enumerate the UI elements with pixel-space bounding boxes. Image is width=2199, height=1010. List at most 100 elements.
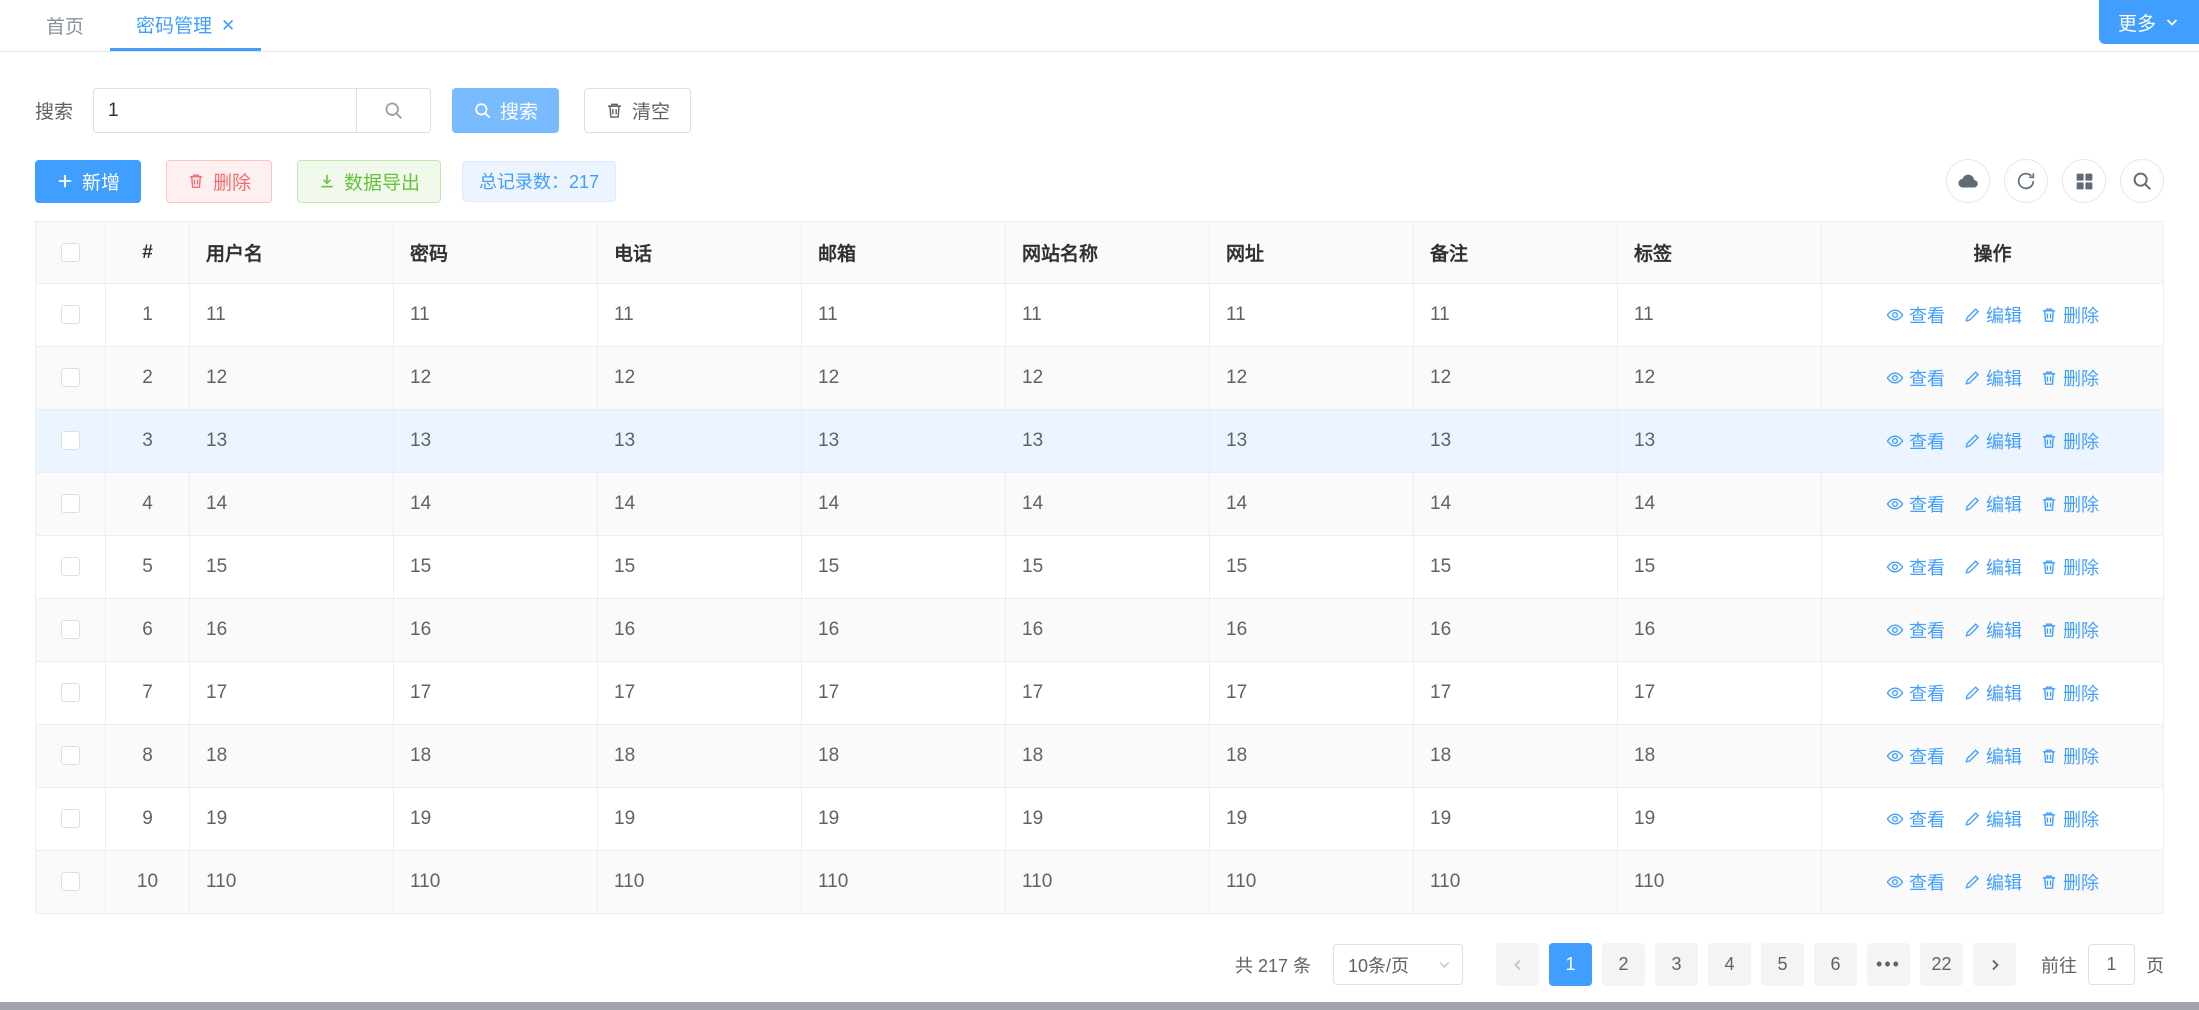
tab-password-label: 密码管理 [136,11,212,38]
tab-home[interactable]: 首页 [20,0,110,51]
page-size-select[interactable]: 10条/页 [1333,944,1463,985]
delete-action[interactable]: 删除 [2040,680,2099,706]
goto-label: 前往 [2041,952,2077,978]
pagination-page-5[interactable]: 5 [1761,943,1804,986]
cloud-button[interactable] [1946,159,1990,203]
pagination-page-4[interactable]: 4 [1708,943,1751,986]
row-index: 1 [106,284,190,347]
table-cell: 110 [394,851,598,914]
close-icon[interactable]: ✕ [221,17,235,34]
delete-action[interactable]: 删除 [2040,554,2099,580]
view-action[interactable]: 查看 [1886,365,1945,391]
next-page-button[interactable] [1973,943,2016,986]
pagination-page-1[interactable]: 1 [1549,943,1592,986]
delete-action[interactable]: 删除 [2040,617,2099,643]
clear-button[interactable]: 清空 [584,88,691,133]
edit-action[interactable]: 编辑 [1963,806,2022,832]
table-cell: 11 [394,284,598,347]
chevron-left-icon [1510,957,1526,973]
column-header: 用户名 [190,222,394,284]
row-checkbox-cell [36,536,106,599]
export-button[interactable]: 数据导出 [297,160,441,203]
view-action[interactable]: 查看 [1886,302,1945,328]
edit-action[interactable]: 编辑 [1963,680,2022,706]
search-button[interactable]: 搜索 [452,88,559,133]
table-cell: 13 [1414,410,1618,473]
delete-action[interactable]: 删除 [2040,743,2099,769]
goto-page-input[interactable] [2088,944,2135,985]
table-row: 21212121212121212查看编辑删除 [36,347,2164,410]
row-checkbox[interactable] [61,872,80,891]
select-all-cell [36,222,106,284]
pagination-more-button[interactable]: ••• [1867,943,1910,986]
row-actions: 查看编辑删除 [1822,473,2164,536]
edit-action[interactable]: 编辑 [1963,365,2022,391]
table-cell: 110 [1618,851,1822,914]
tab-password-management[interactable]: 密码管理 ✕ [110,0,261,51]
edit-action[interactable]: 编辑 [1963,743,2022,769]
edit-action[interactable]: 编辑 [1963,302,2022,328]
search-icon [383,100,404,121]
row-checkbox[interactable] [61,746,80,765]
search-icon [473,101,492,120]
delete-action[interactable]: 删除 [2040,302,2099,328]
row-checkbox-cell [36,347,106,410]
column-search-button[interactable] [2120,159,2164,203]
view-action[interactable]: 查看 [1886,743,1945,769]
edit-action[interactable]: 编辑 [1963,428,2022,454]
row-checkbox[interactable] [61,620,80,639]
edit-action[interactable]: 编辑 [1963,869,2022,895]
delete-action[interactable]: 删除 [2040,806,2099,832]
view-action[interactable]: 查看 [1886,554,1945,580]
trash-icon [605,101,624,120]
delete-button[interactable]: 删除 [166,160,272,203]
delete-action[interactable]: 删除 [2040,365,2099,391]
row-checkbox[interactable] [61,431,80,450]
row-checkbox[interactable] [61,305,80,324]
grid-view-button[interactable] [2062,159,2106,203]
row-checkbox[interactable] [61,683,80,702]
more-button[interactable]: 更多 [2099,0,2199,44]
search-input[interactable] [94,89,356,132]
add-button[interactable]: 新增 [35,160,141,203]
row-checkbox[interactable] [61,368,80,387]
bottom-scrollbar[interactable] [0,1002,2199,1010]
row-checkbox[interactable] [61,494,80,513]
row-checkbox-cell [36,788,106,851]
delete-action[interactable]: 删除 [2040,869,2099,895]
delete-action[interactable]: 删除 [2040,428,2099,454]
table-cell: 17 [394,662,598,725]
view-action[interactable]: 查看 [1886,491,1945,517]
edit-action[interactable]: 编辑 [1963,617,2022,643]
table-cell: 13 [598,410,802,473]
edit-action[interactable]: 编辑 [1963,554,2022,580]
edit-action[interactable]: 编辑 [1963,491,2022,517]
row-actions: 查看编辑删除 [1822,725,2164,788]
pagination-total: 共 217 条 [1235,952,1311,978]
search-input-addon[interactable] [356,89,430,132]
view-action[interactable]: 查看 [1886,617,1945,643]
table-cell: 12 [394,347,598,410]
table-header-row: #用户名密码电话邮箱网站名称网址备注标签操作 [36,222,2164,284]
row-checkbox[interactable] [61,557,80,576]
view-action[interactable]: 查看 [1886,680,1945,706]
pagination-page-3[interactable]: 3 [1655,943,1698,986]
refresh-button[interactable] [2004,159,2048,203]
table-cell: 18 [1006,725,1210,788]
view-action[interactable]: 查看 [1886,806,1945,832]
table-cell: 17 [1414,662,1618,725]
add-button-label: 新增 [82,168,120,195]
view-action[interactable]: 查看 [1886,428,1945,454]
view-action[interactable]: 查看 [1886,869,1945,895]
table-cell: 18 [1618,725,1822,788]
table-cell: 12 [1618,347,1822,410]
select-all-checkbox[interactable] [61,243,80,262]
pagination-page-22[interactable]: 22 [1920,943,1963,986]
prev-page-button[interactable] [1496,943,1539,986]
pagination-page-6[interactable]: 6 [1814,943,1857,986]
delete-action[interactable]: 删除 [2040,491,2099,517]
pagination-page-2[interactable]: 2 [1602,943,1645,986]
row-checkbox[interactable] [61,809,80,828]
search-label: 搜索 [35,97,73,124]
delete-button-label: 删除 [213,168,251,195]
